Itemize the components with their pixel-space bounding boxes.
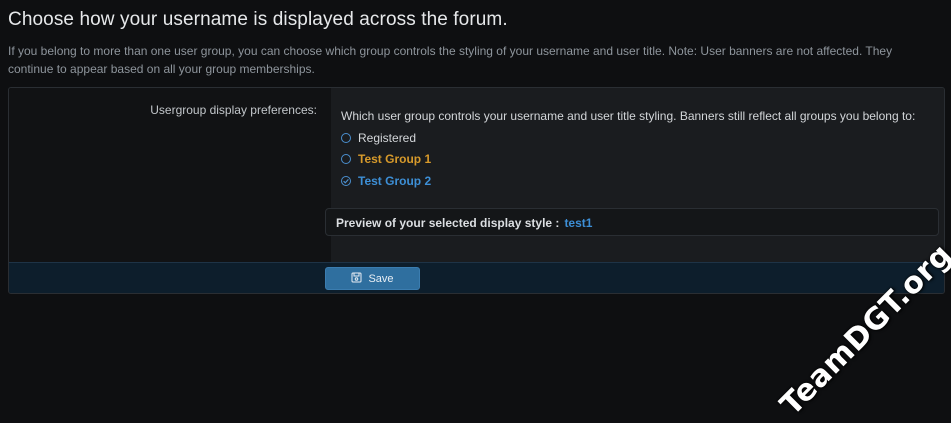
page-description: If you belong to more than one user grou… [8, 44, 893, 76]
display-style-preview: Preview of your selected display style :… [325, 208, 939, 236]
preview-username[interactable]: test1 [564, 216, 592, 230]
preferences-panel: Usergroup display preferences: Which use… [8, 87, 945, 294]
radio-label-test-group-1: Test Group 1 [358, 152, 432, 166]
radio-unchecked-icon[interactable] [341, 133, 351, 143]
preview-label-text: Preview of your selected display style : [336, 216, 560, 230]
save-button-label: Save [368, 272, 394, 285]
radio-option-test-group-2[interactable]: Test Group 2 [341, 173, 431, 189]
radio-option-registered[interactable]: Registered [341, 130, 416, 146]
preview-label: Preview of your selected display style :… [336, 216, 592, 230]
radio-checked-icon[interactable] [341, 176, 351, 186]
label-column: Usergroup display preferences: [9, 88, 331, 262]
save-icon [351, 272, 362, 286]
save-button[interactable]: Save [325, 267, 420, 290]
radio-label-test-group-2: Test Group 2 [358, 174, 432, 188]
radio-label-registered: Registered [358, 131, 417, 145]
form-footer: Save [9, 262, 944, 293]
usergroup-explain-text: Which user group controls your username … [341, 109, 916, 123]
radio-option-test-group-1[interactable]: Test Group 1 [341, 151, 431, 167]
radio-unchecked-icon[interactable] [341, 154, 351, 164]
usergroup-display-label: Usergroup display preferences: [150, 103, 317, 117]
page-title: Choose how your username is displayed ac… [8, 9, 508, 30]
